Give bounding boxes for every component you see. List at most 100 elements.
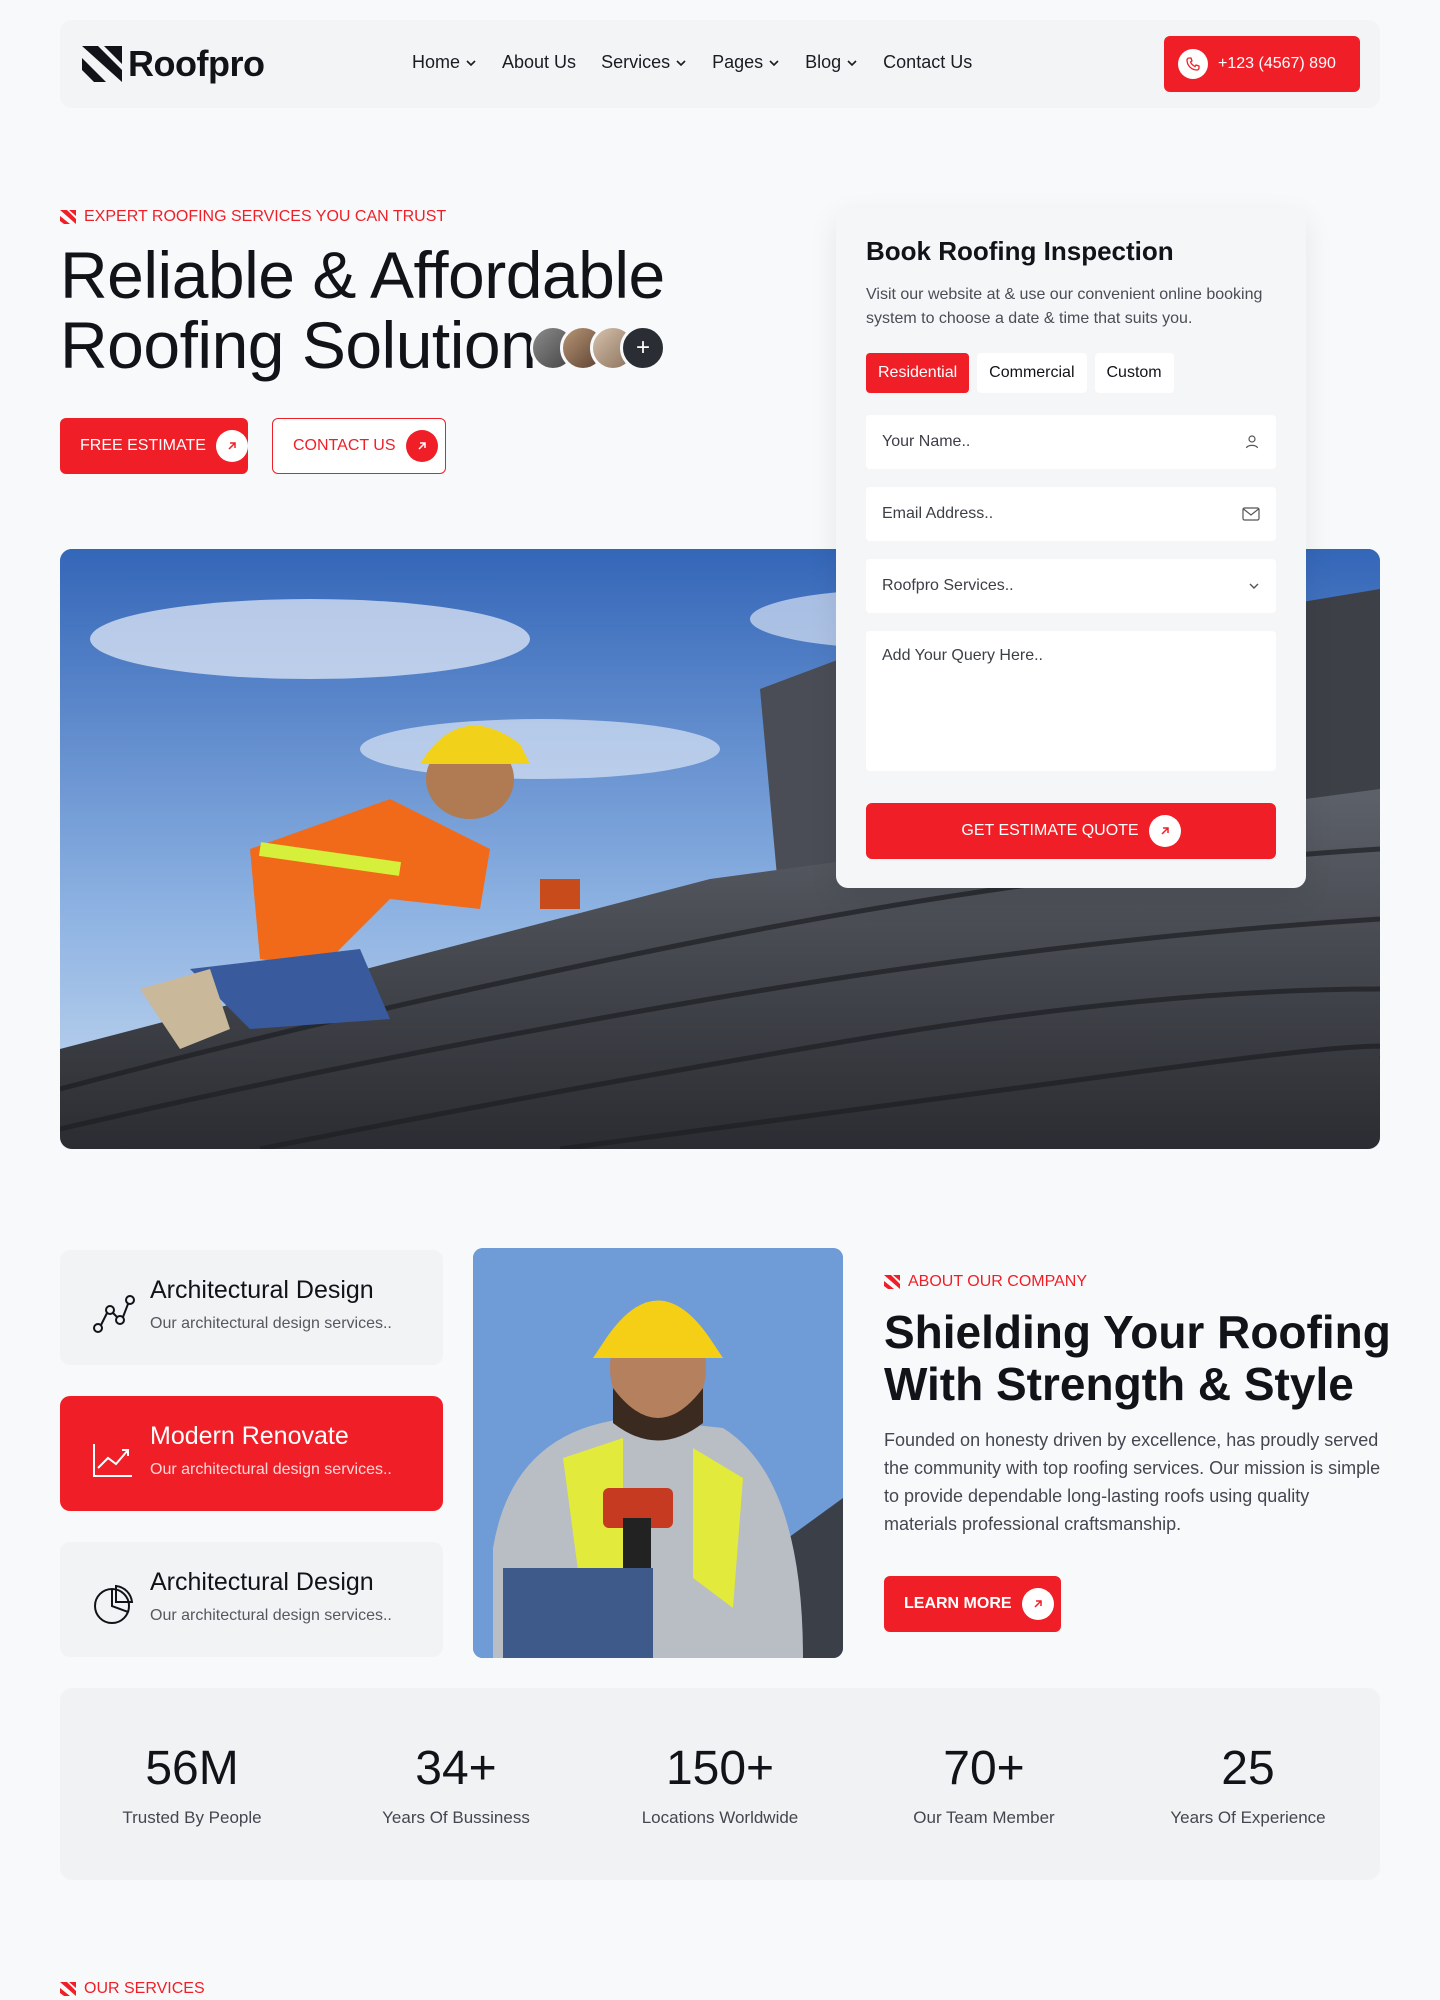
about-tag: ABOUT OUR COMPANY	[884, 1273, 1087, 1291]
mail-icon	[1242, 507, 1260, 521]
menu-label: Blog	[805, 52, 842, 72]
chevron-down-icon	[769, 59, 779, 66]
hero-title-line2: Roofing Solution	[60, 308, 537, 382]
stat-label: Years Of Experience	[1170, 1807, 1326, 1827]
feature-desc: Our architectural design services..	[150, 1607, 392, 1624]
button-label: LEARN MORE	[904, 1595, 1012, 1612]
hero-title-line1: Reliable & Affordable	[60, 238, 665, 312]
form-description: Visit our website at & use our convenien…	[866, 286, 1263, 327]
email-field[interactable]: Email Address..	[866, 487, 1276, 541]
brand-logo[interactable]: Roofpro	[80, 42, 265, 86]
stats-bar: 56M Trusted By People 34+ Years Of Bussi…	[60, 1688, 1380, 1880]
property-type-tabs: Residential Commercial Custom	[866, 353, 1276, 393]
menu-item-pages[interactable]: Pages	[712, 52, 780, 73]
stat-value: 56M	[145, 1741, 239, 1795]
brand-name: Roofpro	[128, 43, 265, 84]
avatar-group: +	[530, 325, 666, 371]
user-icon	[1245, 435, 1259, 449]
arrow-up-right-icon	[1021, 1588, 1054, 1620]
query-textarea[interactable]: Add Your Query Here..	[866, 631, 1276, 771]
stat-label: Locations Worldwide	[641, 1807, 799, 1827]
about-image	[473, 1248, 843, 1658]
name-placeholder: Your Name..	[882, 433, 971, 450]
menu-label: About Us	[502, 52, 577, 72]
about-tag-text: ABOUT OUR COMPANY	[908, 1273, 1087, 1290]
feature-card-architectural-design-2[interactable]: Architectural Design Our architectural d…	[60, 1542, 443, 1657]
roofpro-logo-icon	[82, 46, 122, 82]
tab-residential[interactable]: Residential	[866, 353, 970, 393]
feature-card-modern-renovate[interactable]: Modern Renovate Our architectural design…	[60, 1396, 443, 1511]
button-label: FREE ESTIMATE	[80, 437, 206, 454]
tab-custom[interactable]: Custom	[1094, 353, 1174, 393]
arrow-up-right-icon	[215, 430, 248, 462]
chevron-down-icon	[466, 59, 476, 66]
stat-item: 70+ Our Team Member	[874, 1741, 1094, 1828]
menu-label: Contact Us	[883, 52, 973, 72]
brand-mark-icon	[884, 1275, 900, 1289]
tagline-text: EXPERT ROOFING SERVICES YOU CAN TRUST	[84, 208, 447, 225]
services-tag-text: OUR SERVICES	[84, 1980, 205, 1997]
brand-mark-icon	[60, 1982, 76, 1996]
menu-item-services[interactable]: Services	[601, 52, 687, 73]
menu-item-blog[interactable]: Blog	[805, 52, 858, 73]
arrow-up-right-icon	[405, 430, 438, 462]
stat-item: 56M Trusted By People	[82, 1741, 302, 1828]
about-title-line1: Shielding Your Roofing	[884, 1306, 1391, 1358]
pie-chart-icon	[94, 1584, 134, 1624]
phone-number: +123 (4567) 890	[1218, 55, 1336, 72]
tab-commercial[interactable]: Commercial	[977, 353, 1087, 393]
email-placeholder: Email Address..	[882, 505, 994, 522]
feature-title: Modern Renovate	[150, 1422, 349, 1450]
chevron-down-icon	[676, 59, 686, 66]
get-estimate-quote-button[interactable]: GET ESTIMATE QUOTE	[866, 803, 1276, 859]
stat-item: 25 Years Of Experience	[1138, 1741, 1358, 1828]
chevron-down-icon	[1249, 583, 1259, 589]
learn-more-button[interactable]: LEARN MORE	[884, 1576, 1061, 1632]
services-tag: OUR SERVICES	[60, 1980, 205, 1998]
service-placeholder: Roofpro Services..	[882, 577, 1014, 594]
feature-desc: Our architectural design services..	[150, 1461, 392, 1478]
feature-title: Architectural Design	[150, 1568, 374, 1596]
plus-icon[interactable]: +	[620, 325, 666, 371]
hero-tagline: EXPERT ROOFING SERVICES YOU CAN TRUST	[60, 208, 446, 226]
menu-label: Pages	[712, 52, 764, 72]
chevron-down-icon	[847, 59, 857, 66]
button-label: CONTACT US	[293, 437, 396, 454]
stat-value: 150+	[665, 1741, 775, 1795]
brand-mark-icon	[60, 210, 76, 224]
stat-value: 34+	[415, 1741, 497, 1795]
free-estimate-button[interactable]: FREE ESTIMATE	[60, 418, 248, 474]
stat-item: 150+ Locations Worldwide	[610, 1741, 830, 1828]
feature-title: Architectural Design	[150, 1276, 374, 1304]
feature-card-architectural-design[interactable]: Architectural Design Our architectural d…	[60, 1250, 443, 1365]
main-menu: Home About Us Services Pages Blog Contac…	[412, 52, 997, 73]
menu-item-contact[interactable]: Contact Us	[883, 52, 972, 73]
phone-icon	[1178, 49, 1208, 79]
button-label: GET ESTIMATE QUOTE	[961, 822, 1139, 839]
menu-label: Home	[412, 52, 461, 72]
booking-form-card: Book Roofing Inspection Visit our websit…	[836, 208, 1306, 888]
menu-item-home[interactable]: Home	[412, 52, 477, 73]
stat-value: 70+	[943, 1741, 1025, 1795]
stat-label: Years Of Bussiness	[382, 1807, 530, 1827]
query-placeholder: Add Your Query Here..	[882, 647, 1043, 664]
about-title-line2: With Strength & Style	[884, 1358, 1354, 1410]
arrow-up-right-icon	[1148, 815, 1181, 847]
stat-item: 34+ Years Of Bussiness	[346, 1741, 566, 1828]
chart-trend-icon	[93, 1444, 132, 1477]
stat-label: Our Team Member	[913, 1807, 1055, 1827]
service-select[interactable]: Roofpro Services..	[866, 559, 1276, 613]
top-navbar: Roofpro Home About Us Services Pages Blo…	[60, 20, 1380, 108]
menu-label: Services	[601, 52, 671, 72]
stat-label: Trusted By People	[122, 1807, 262, 1827]
name-field[interactable]: Your Name..	[866, 415, 1276, 469]
network-icon	[93, 1295, 135, 1333]
menu-item-about[interactable]: About Us	[502, 52, 576, 73]
form-title: Book Roofing Inspection	[866, 236, 1174, 266]
worker-drill-photo	[473, 1248, 843, 1658]
about-title: Shielding Your Roofing With Strength & S…	[884, 1306, 1404, 1410]
contact-us-button[interactable]: CONTACT US	[272, 418, 446, 474]
feature-desc: Our architectural design services..	[150, 1315, 392, 1332]
about-description: Founded on honesty driven by excellence,…	[884, 1430, 1381, 1534]
phone-button[interactable]: +123 (4567) 890	[1164, 36, 1360, 92]
